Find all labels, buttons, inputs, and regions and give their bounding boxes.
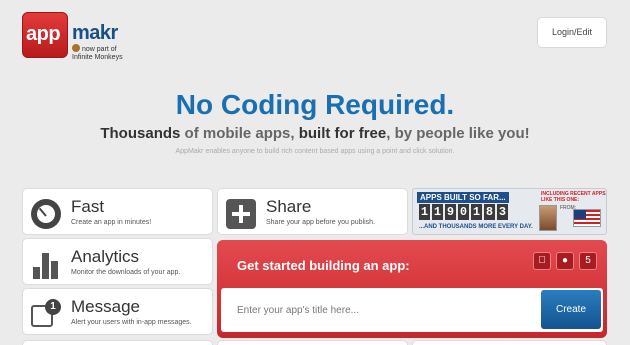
apple-icon:  xyxy=(533,252,551,270)
feature-card-analytics[interactable]: Analytics Monitor the downloads of your … xyxy=(22,238,213,285)
feature-title: Message xyxy=(71,297,140,316)
apps-counter-banner[interactable]: APPS BUILT SO FAR... 1 1 9 0 1 8 3 ...AN… xyxy=(412,188,607,235)
us-flag-icon xyxy=(573,209,601,227)
speedometer-icon xyxy=(31,199,61,229)
feature-desc: Create an app in minutes! xyxy=(71,219,152,226)
feature-title: Share xyxy=(266,197,312,216)
feature-card-partial xyxy=(217,340,408,345)
message-badge: 1 xyxy=(45,299,61,315)
counter-digits: 1 1 9 0 1 8 3 xyxy=(419,204,508,220)
feature-desc: Share your app before you publish. xyxy=(266,219,375,226)
logo-makr-text: makr xyxy=(72,22,118,44)
get-started-panel: Get started building an app:  ● 5 Creat… xyxy=(217,240,607,338)
android-icon: ● xyxy=(556,252,574,270)
logo-app-text: app xyxy=(26,23,61,45)
feature-card-share[interactable]: Share Share your app before you publish. xyxy=(217,188,408,235)
feature-title: Analytics xyxy=(71,247,140,266)
counter-footer: ...AND THOUSANDS MORE EVERY DAY. xyxy=(419,224,533,230)
feature-desc: Alert your users with in-app messages. xyxy=(71,319,192,326)
feature-card-partial xyxy=(412,340,607,345)
page-subheadline: Thousands of mobile apps, built for free… xyxy=(100,125,530,142)
appmakr-logo[interactable]: app makr now part of Infinite Monkeys xyxy=(22,12,132,61)
feature-card-partial xyxy=(22,340,213,345)
page-tagline: AppMakr enables anyone to build rich con… xyxy=(175,148,455,155)
feature-card-message[interactable]: 1 Message Alert your users with in-app m… xyxy=(22,288,213,335)
logo-subtitle: now part of Infinite Monkeys xyxy=(72,44,123,61)
plus-icon xyxy=(226,199,256,229)
login-edit-button[interactable]: Login/Edit xyxy=(537,17,607,48)
feature-title: Fast xyxy=(71,197,105,216)
page-headline: No Coding Required. xyxy=(175,89,455,120)
feature-card-fast[interactable]: Fast Create an app in minutes! xyxy=(22,188,213,235)
bar-chart-icon xyxy=(31,249,61,279)
recent-app-avatar xyxy=(539,205,557,231)
feature-desc: Monitor the downloads of your app. xyxy=(71,269,181,276)
create-button[interactable]: Create xyxy=(541,290,601,329)
counter-header: APPS BUILT SO FAR... xyxy=(417,192,509,203)
message-icon: 1 xyxy=(31,299,61,329)
logo-badge: app xyxy=(22,12,68,58)
get-started-title: Get started building an app: xyxy=(237,258,410,273)
html5-icon: 5 xyxy=(579,252,597,270)
monkey-icon xyxy=(72,44,80,52)
counter-note: INCLUDING RECENT APPS, LIKE THIS ONE: xyxy=(541,191,607,203)
